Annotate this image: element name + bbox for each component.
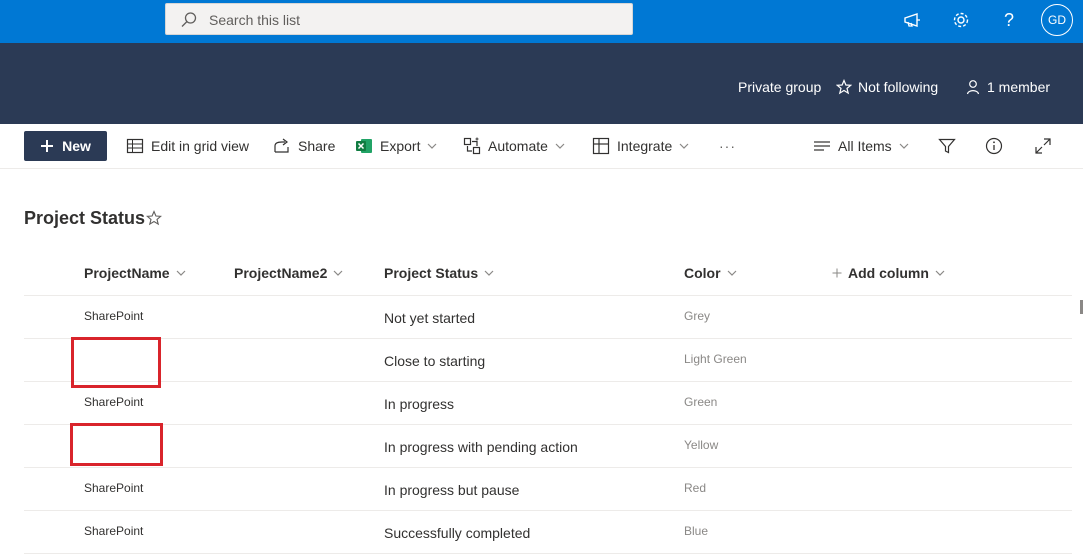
integrate-icon xyxy=(592,137,610,155)
more-label: ··· xyxy=(719,138,736,154)
megaphone-icon[interactable] xyxy=(902,9,924,31)
cell-project-name: SharePoint xyxy=(84,395,144,409)
automate-icon xyxy=(463,137,481,155)
filter-button[interactable] xyxy=(938,136,956,156)
automate-label: Automate xyxy=(488,138,548,154)
new-button[interactable]: New xyxy=(24,131,107,161)
plus-icon xyxy=(832,268,842,278)
column-header-color[interactable]: Color xyxy=(684,265,737,281)
column-label: ProjectName2 xyxy=(234,265,328,281)
integrate-button[interactable]: Integrate xyxy=(592,136,689,156)
cell-color: Yellow xyxy=(684,438,719,452)
chevron-down-icon xyxy=(935,270,945,276)
cell-project-status: In progress with pending action xyxy=(384,439,578,455)
column-label: Color xyxy=(684,265,721,281)
suite-bar: Search this list ? GD xyxy=(0,0,1083,43)
cell-project-status: In progress but pause xyxy=(384,482,520,498)
avatar[interactable]: GD xyxy=(1041,4,1073,36)
follow-button[interactable]: Not following xyxy=(836,79,938,95)
cell-project-name: SharePoint xyxy=(84,309,144,323)
automate-button[interactable]: Automate xyxy=(463,136,565,156)
table-row[interactable]: In progress with pending action Yellow xyxy=(24,425,1072,468)
chevron-down-icon xyxy=(679,143,689,149)
cell-color: Grey xyxy=(684,309,711,323)
view-selector[interactable]: All Items xyxy=(813,136,909,156)
chevron-down-icon xyxy=(727,270,736,276)
info-button[interactable] xyxy=(985,136,1003,156)
expand-button[interactable] xyxy=(1034,136,1052,156)
view-label: All Items xyxy=(838,138,892,154)
column-header-projectname[interactable]: ProjectName xyxy=(84,265,186,281)
column-label: Project Status xyxy=(384,265,479,281)
share-button[interactable]: Share xyxy=(273,136,335,156)
edit-grid-label: Edit in grid view xyxy=(151,138,250,154)
star-icon xyxy=(836,79,852,95)
expand-icon xyxy=(1035,138,1051,154)
help-icon[interactable]: ? xyxy=(998,9,1020,31)
search-icon xyxy=(181,12,197,27)
chevron-down-icon xyxy=(428,143,437,149)
more-button[interactable]: ··· xyxy=(719,136,736,156)
share-label: Share xyxy=(298,138,336,154)
new-label: New xyxy=(62,138,91,154)
table-row[interactable]: SharePoint Not yet started Grey xyxy=(24,296,1072,339)
cell-project-name: SharePoint xyxy=(84,524,144,538)
cell-color: Green xyxy=(684,395,718,409)
chevron-down-icon xyxy=(176,270,186,276)
cell-project-status: In progress xyxy=(384,396,455,412)
members-label: 1 member xyxy=(987,79,1051,95)
cell-color: Blue xyxy=(684,524,709,538)
cell-project-status: Successfully completed xyxy=(384,525,531,541)
table-row[interactable]: SharePoint In progress but pause Red xyxy=(24,468,1072,511)
filter-icon xyxy=(938,138,956,154)
search-box[interactable]: Search this list xyxy=(165,3,633,35)
table-row[interactable]: Close to starting Light Green xyxy=(24,339,1072,382)
chevron-down-icon xyxy=(555,143,565,149)
column-header-project-status[interactable]: Project Status xyxy=(384,265,494,281)
members-button[interactable]: 1 member xyxy=(965,79,1050,95)
integrate-label: Integrate xyxy=(617,138,673,154)
grid-icon xyxy=(126,138,144,154)
share-icon xyxy=(274,138,289,153)
cell-color: Red xyxy=(684,481,707,495)
chevron-down-icon xyxy=(899,143,909,149)
page-title: Project Status xyxy=(24,208,146,228)
column-label: ProjectName xyxy=(84,265,170,281)
person-icon xyxy=(966,80,980,95)
command-bar: New Edit in grid view Share Export Autom… xyxy=(0,124,1083,169)
list-lines-icon xyxy=(814,141,830,151)
edit-grid-button[interactable]: Edit in grid view xyxy=(126,136,249,156)
cell-project-status: Not yet started xyxy=(384,310,476,326)
export-label: Export xyxy=(380,138,421,154)
table-row[interactable]: SharePoint In progress Green xyxy=(24,382,1072,425)
column-header-projectname2[interactable]: ProjectName2 xyxy=(234,265,343,281)
cell-color: Light Green xyxy=(684,352,747,366)
plus-icon xyxy=(41,140,54,152)
redaction-box xyxy=(71,337,161,388)
chevron-down-icon xyxy=(333,270,343,276)
site-header: Private group Not following 1 member xyxy=(0,43,1083,124)
redaction-box xyxy=(70,423,163,466)
add-column-button[interactable]: Add column xyxy=(832,265,945,281)
favorite-star-icon[interactable] xyxy=(146,210,162,226)
privacy-text: Private group xyxy=(738,79,822,95)
cell-project-status: Close to starting xyxy=(384,353,486,369)
privacy-label: Private group xyxy=(738,79,821,95)
export-button[interactable]: Export xyxy=(355,136,437,156)
excel-icon xyxy=(356,139,372,153)
gear-icon[interactable] xyxy=(950,9,972,31)
column-label: Add column xyxy=(848,265,929,281)
follow-label: Not following xyxy=(858,79,939,95)
info-icon xyxy=(985,137,1003,155)
cell-project-name: SharePoint xyxy=(84,481,144,495)
table-row[interactable]: SharePoint Successfully completed Blue xyxy=(24,511,1072,554)
chevron-down-icon xyxy=(484,270,494,276)
search-placeholder: Search this list xyxy=(209,12,301,28)
